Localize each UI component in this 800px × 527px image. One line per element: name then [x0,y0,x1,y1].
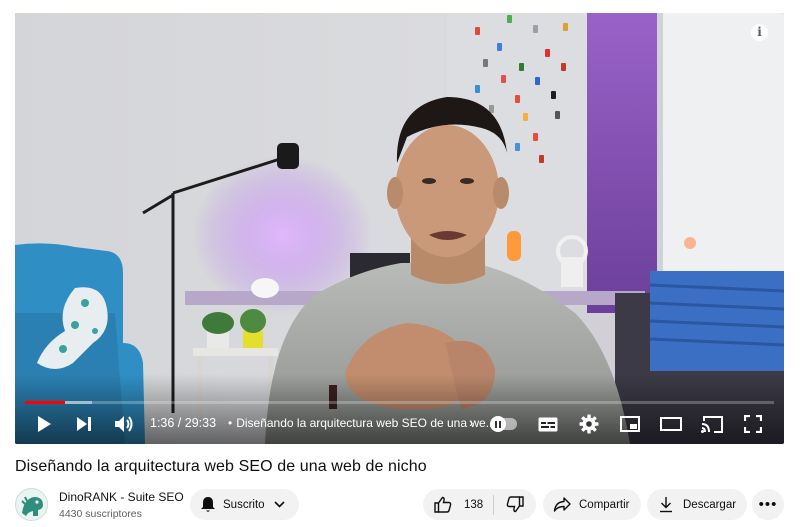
video-player[interactable]: i 1:36 / 29:33 • Diseñando la arquitectur… [15,13,784,444]
download-button[interactable]: Descargar [647,489,747,520]
play-icon [38,416,51,432]
cast-icon [701,415,723,433]
download-label: Descargar [683,498,737,511]
progress-played [25,401,66,404]
more-actions-button[interactable]: ••• [752,489,784,520]
download-icon [660,497,672,513]
chapter-chevron-icon[interactable]: › [469,415,473,430]
chevron-down-icon [273,501,285,508]
video-title: Diseñando la arquitectura web SEO de una… [15,458,427,475]
subtitles-icon [538,417,558,431]
info-icon[interactable]: i [751,24,768,41]
chapter-label: Diseñando la arquitectura web SEO de una… [236,416,496,430]
thumbs-up-icon [434,496,452,513]
like-button[interactable]: 138 [423,489,493,520]
dislike-button[interactable] [494,489,536,520]
player-controls: 1:36 / 29:33 • Diseñando la arquitectura … [15,408,784,440]
next-icon [77,417,91,431]
subtitles-button[interactable] [532,408,564,440]
theater-mode-button[interactable] [655,408,687,440]
pause-icon [490,416,506,432]
play-button[interactable] [28,408,60,440]
fullscreen-icon [744,415,762,433]
dinosaur-logo-icon [16,489,47,520]
settings-icon [579,414,599,434]
miniplayer-icon [620,416,640,432]
fullscreen-button[interactable] [737,408,769,440]
subscribed-button[interactable]: Suscrito [190,489,299,520]
settings-button[interactable] [573,408,605,440]
miniplayer-button[interactable] [614,408,646,440]
progress-bar[interactable] [25,401,774,404]
subscriber-count: 4430 suscriptores [59,508,142,520]
chapter-separator: • [228,416,233,430]
like-dislike-bar: 138 [423,489,536,520]
share-label: Compartir [579,498,630,511]
subscribed-label: Suscrito [223,498,265,511]
share-button[interactable]: Compartir [543,489,641,520]
next-button[interactable] [68,408,100,440]
channel-avatar[interactable] [15,488,48,521]
channel-name[interactable]: DinoRANK - Suite SEO [59,490,184,504]
chapter-title[interactable]: • Diseñando la arquitectura web SEO de un… [228,416,496,430]
time-display: 1:36 / 29:33 [150,416,217,430]
thumbs-down-icon [506,496,524,513]
volume-button[interactable] [108,408,140,440]
volume-icon [115,416,133,432]
theater-icon [660,417,682,431]
like-count: 138 [464,498,484,511]
share-icon [553,497,571,512]
more-icon: ••• [758,496,778,513]
bell-icon [201,497,215,512]
autoplay-toggle[interactable] [490,416,517,432]
cast-button[interactable] [696,408,728,440]
